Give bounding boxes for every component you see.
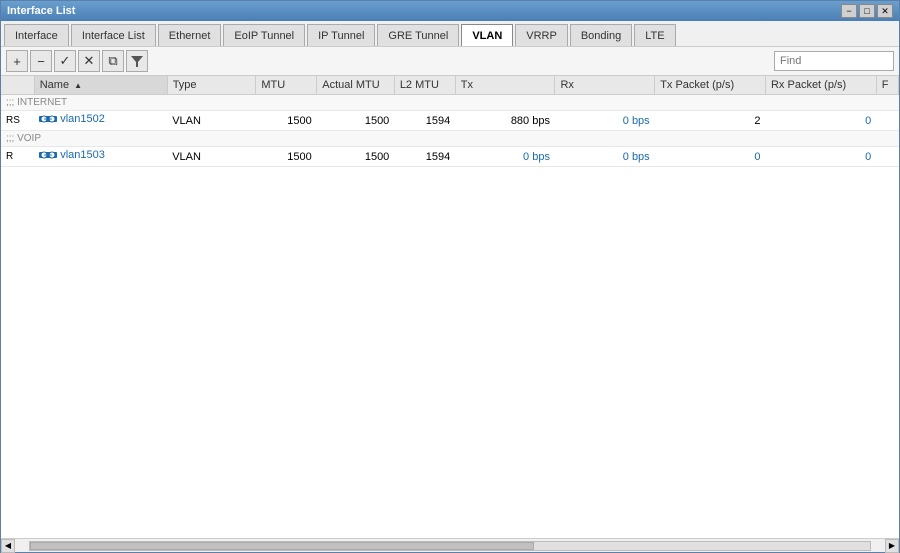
enable-button[interactable]: ✓: [54, 50, 76, 72]
row-name[interactable]: vlan1502: [34, 111, 167, 131]
col-rx[interactable]: Rx: [555, 76, 655, 95]
tab-bar: Interface Interface List Ethernet EoIP T…: [1, 21, 899, 47]
row-tx-packet: 2: [655, 111, 766, 131]
maximize-button[interactable]: □: [859, 4, 875, 18]
disable-button[interactable]: ✕: [78, 50, 100, 72]
group-header-internet: ;;; INTERNET: [1, 95, 899, 111]
tab-lte[interactable]: LTE: [634, 24, 675, 46]
tab-bonding[interactable]: Bonding: [570, 24, 632, 46]
minimize-button[interactable]: −: [841, 4, 857, 18]
row-type: VLAN: [167, 111, 256, 131]
add-button[interactable]: +: [6, 50, 28, 72]
col-tx-packet[interactable]: Tx Packet (p/s): [655, 76, 766, 95]
table-row[interactable]: R vlan1503 VLAN 1500: [1, 147, 899, 167]
filter-button[interactable]: [126, 50, 148, 72]
col-type[interactable]: Type: [167, 76, 256, 95]
table-row[interactable]: RS vlan1502 VLAN 150: [1, 111, 899, 131]
tab-interface-list[interactable]: Interface List: [71, 24, 156, 46]
table-header-row: Name ▲ Type MTU Actual MTU L2 MTU Tx Rx …: [1, 76, 899, 95]
tab-gre-tunnel[interactable]: GRE Tunnel: [377, 24, 459, 46]
table-container: Name ▲ Type MTU Actual MTU L2 MTU Tx Rx …: [1, 76, 899, 538]
tab-vrrp[interactable]: VRRP: [515, 24, 568, 46]
row-l2-mtu: 1594: [394, 147, 455, 167]
title-bar: Interface List − □ ✕: [1, 1, 899, 21]
row-tx-packet: 0: [655, 147, 766, 167]
row-fp: [876, 111, 898, 131]
tab-ip-tunnel[interactable]: IP Tunnel: [307, 24, 375, 46]
row-mtu: 1500: [256, 147, 317, 167]
row-tx: 880 bps: [455, 111, 555, 131]
copy-button[interactable]: ⧉: [102, 50, 124, 72]
col-flags[interactable]: [1, 76, 34, 95]
scroll-right-button[interactable]: ▶: [885, 539, 899, 553]
row-name[interactable]: vlan1503: [34, 147, 167, 167]
row-rx: 0 bps: [555, 111, 655, 131]
col-tx[interactable]: Tx: [455, 76, 555, 95]
col-l2-mtu[interactable]: L2 MTU: [394, 76, 455, 95]
scrollbar-track[interactable]: [29, 541, 871, 551]
tab-interface[interactable]: Interface: [4, 24, 69, 46]
vlan-icon: [39, 113, 57, 125]
row-rx-packet: 0: [765, 111, 876, 131]
row-actual-mtu: 1500: [317, 111, 395, 131]
col-name[interactable]: Name ▲: [34, 76, 167, 95]
toolbar: + − ✓ ✕ ⧉: [1, 47, 899, 76]
horizontal-scrollbar[interactable]: ◀ ▶: [1, 538, 899, 552]
row-type: VLAN: [167, 147, 256, 167]
col-actual-mtu[interactable]: Actual MTU: [317, 76, 395, 95]
title-bar-buttons: − □ ✕: [841, 4, 893, 18]
row-rx: 0 bps: [555, 147, 655, 167]
row-actual-mtu: 1500: [317, 147, 395, 167]
sort-arrow: ▲: [74, 81, 82, 90]
find-input[interactable]: [774, 51, 894, 71]
row-l2-mtu: 1594: [394, 111, 455, 131]
interface-table: Name ▲ Type MTU Actual MTU L2 MTU Tx Rx …: [1, 76, 899, 167]
tab-ethernet[interactable]: Ethernet: [158, 24, 222, 46]
main-window: Interface List − □ ✕ Interface Interface…: [0, 0, 900, 553]
row-tx: 0 bps: [455, 147, 555, 167]
row-flags: RS: [1, 111, 34, 131]
col-fp[interactable]: F: [876, 76, 898, 95]
remove-button[interactable]: −: [30, 50, 52, 72]
row-mtu: 1500: [256, 111, 317, 131]
row-flags: R: [1, 147, 34, 167]
close-button[interactable]: ✕: [877, 4, 893, 18]
filter-icon: [130, 54, 144, 68]
tab-vlan[interactable]: VLAN: [461, 24, 513, 46]
scroll-left-button[interactable]: ◀: [1, 539, 15, 553]
row-rx-packet: 0: [765, 147, 876, 167]
group-header-voip: ;;; VOIP: [1, 131, 899, 147]
tab-eoip-tunnel[interactable]: EoIP Tunnel: [223, 24, 305, 46]
row-fp: [876, 147, 898, 167]
scrollbar-thumb[interactable]: [30, 542, 534, 550]
window-title: Interface List: [7, 5, 75, 17]
col-mtu[interactable]: MTU: [256, 76, 317, 95]
vlan-icon: [39, 149, 57, 161]
col-rx-packet[interactable]: Rx Packet (p/s): [765, 76, 876, 95]
